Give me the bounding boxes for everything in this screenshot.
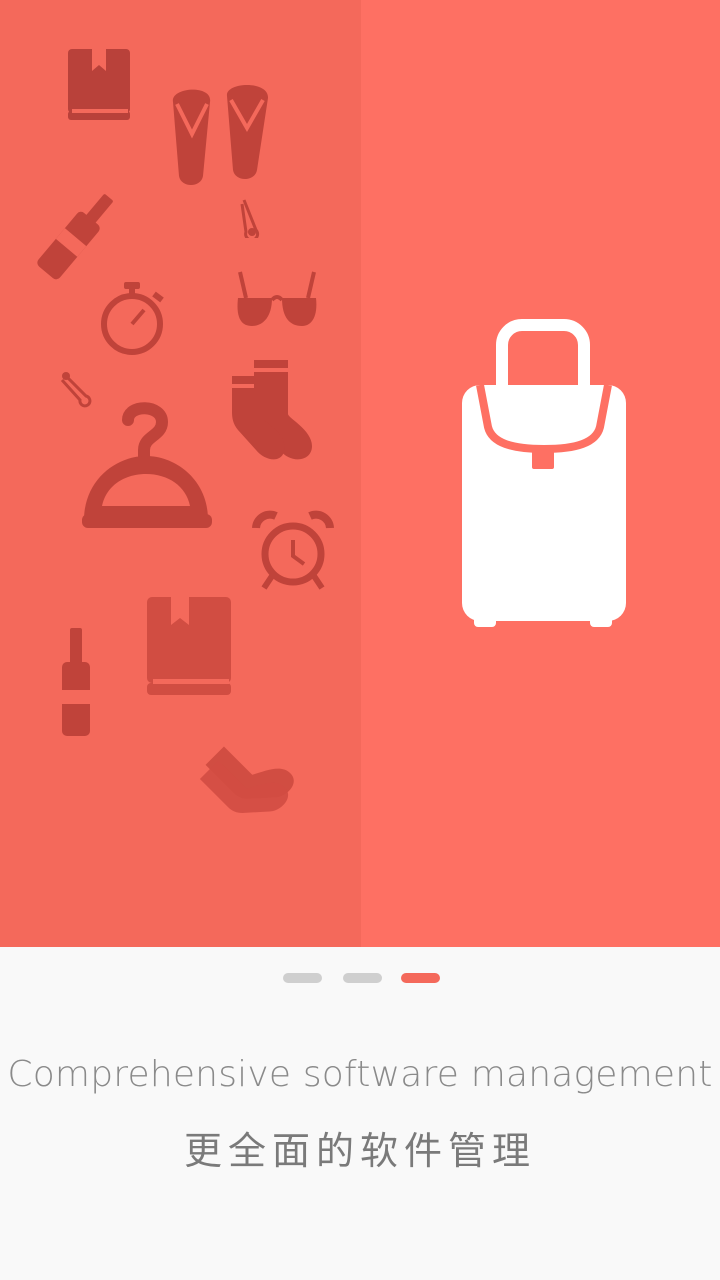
bottle-icon (62, 628, 90, 736)
stopwatch-icon (101, 282, 164, 355)
title-english: Comprehensive software management (7, 1054, 713, 1095)
page-dot-1[interactable] (283, 973, 322, 983)
sunglasses-icon (237, 271, 317, 326)
hanger-icon (82, 402, 212, 528)
flip-flops-icon (172, 85, 269, 185)
title-chinese: 更全面的软件管理 (183, 1129, 536, 1173)
page-dot-2[interactable] (343, 973, 382, 983)
hero-banner (0, 0, 720, 947)
safety-pin-icon (240, 199, 260, 238)
page-indicator (0, 973, 720, 985)
alarm-clock-icon (252, 510, 334, 590)
socks-icon (232, 360, 312, 460)
bottle-icon (37, 194, 113, 280)
page-dot-3-active[interactable] (401, 973, 440, 983)
suitcase-icon (462, 319, 626, 627)
book-icon (68, 49, 130, 120)
socks-icon (199, 746, 294, 813)
book-icon (147, 597, 231, 695)
